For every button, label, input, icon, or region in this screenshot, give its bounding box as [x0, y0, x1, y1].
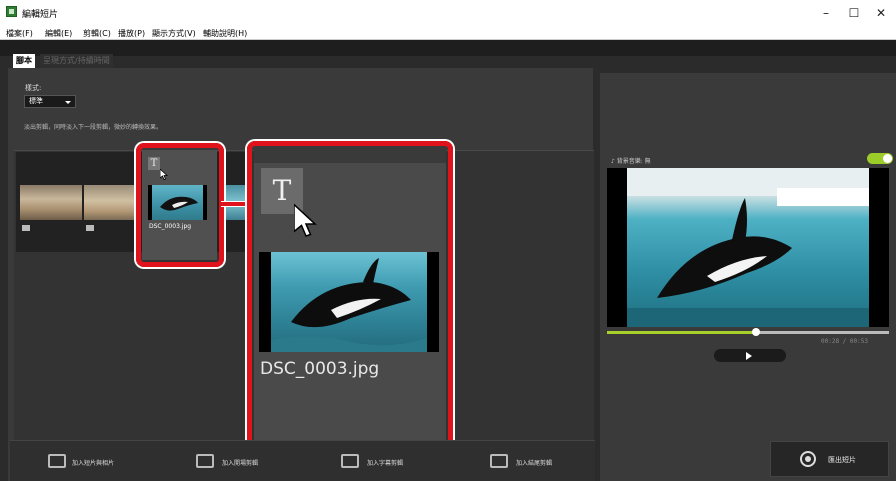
mode-value: 標準 [29, 97, 43, 105]
app-icon [6, 6, 17, 17]
highlight-frame-small [136, 143, 224, 267]
add-ending-button[interactable]: 加入結尾剪輯 [484, 446, 594, 478]
add-caption-button[interactable]: 加入字幕剪輯 [335, 446, 455, 478]
clip-thumbnail[interactable] [20, 185, 82, 220]
clip-thumbnail[interactable] [84, 185, 138, 220]
add-clips-label: 加入短片與相片 [72, 460, 115, 467]
maximize-button[interactable]: ☐ [840, 4, 868, 22]
window-title: 編輯短片 [22, 10, 59, 20]
mode-description: 淡出剪輯，同時淡入下一段剪輯，微妙的轉換效果。 [24, 124, 163, 131]
add-opening-button[interactable]: 加入開場剪輯 [190, 446, 310, 478]
toolbar-strip [0, 40, 896, 56]
caption-clip-icon [341, 454, 359, 468]
movie-camera-icon [86, 225, 94, 231]
menu-view[interactable]: 顯示方式(V) [152, 28, 196, 39]
menu-edit[interactable]: 編輯(E) [45, 28, 72, 39]
mode-select[interactable]: 標準 [24, 95, 76, 108]
play-icon [746, 352, 752, 360]
playback-time: 00:28 / 00:53 [821, 338, 868, 345]
tab-script[interactable]: 腳本 [13, 54, 35, 68]
export-icon [800, 451, 816, 467]
opening-clip-icon [196, 454, 214, 468]
close-button[interactable]: ✕ [867, 4, 895, 22]
tab-presentation[interactable]: 呈現方式/持續時間 [40, 54, 113, 68]
mode-label: 樣式: [25, 84, 42, 92]
title-bar: 編輯短片 – ☐ ✕ [0, 0, 896, 26]
add-clips-button[interactable]: 加入短片與相片 [40, 446, 170, 478]
preview-image [627, 168, 869, 327]
add-ending-label: 加入結尾剪輯 [516, 460, 553, 467]
movie-camera-icon [22, 225, 30, 231]
add-media-icon [48, 454, 66, 468]
menu-file[interactable]: 檔案(F) [6, 28, 33, 39]
menu-bar: 檔案(F) 編輯(E) 剪輯(C) 播放(P) 顯示方式(V) 輔助說明(H) [0, 26, 896, 40]
chevron-down-icon [65, 101, 71, 104]
add-caption-label: 加入字幕剪輯 [367, 460, 404, 467]
export-label: 匯出短片 [828, 456, 856, 464]
progress-fill [607, 331, 756, 334]
toggle-knob [883, 154, 892, 163]
highlight-frame-large [247, 141, 453, 450]
minimize-button[interactable]: – [812, 4, 840, 22]
music-toggle[interactable] [867, 153, 893, 164]
menu-play[interactable]: 播放(P) [118, 28, 145, 39]
background-music-label: ♪ 背景音樂: 無 [611, 158, 651, 165]
menu-help[interactable]: 輔助說明(H) [203, 28, 247, 39]
menu-clip[interactable]: 剪輯(C) [83, 28, 111, 39]
ending-clip-icon [490, 454, 508, 468]
add-opening-label: 加入開場剪輯 [222, 460, 259, 467]
progress-handle[interactable] [752, 328, 760, 336]
